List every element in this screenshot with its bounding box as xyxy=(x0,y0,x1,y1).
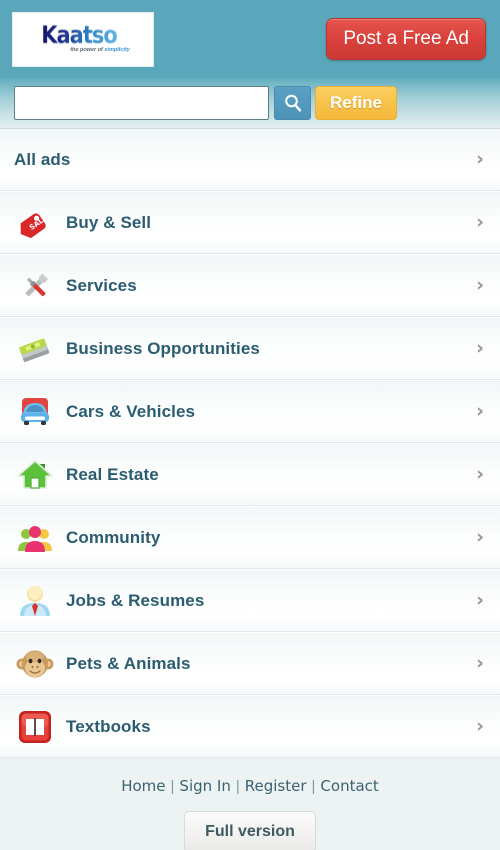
site-logo[interactable]: Kaatso the power of simplicity xyxy=(12,11,154,67)
search-bar: Refine xyxy=(0,78,500,128)
footer-separator: | xyxy=(311,778,316,795)
footer-separator: | xyxy=(170,778,175,795)
footer-link-contact[interactable]: Contact xyxy=(320,777,378,795)
footer-links: Home | Sign In | Register | Contact xyxy=(0,777,500,795)
category-label: Business Opportunities xyxy=(66,338,260,358)
chevron-right-icon: › xyxy=(476,337,484,359)
page-header: Kaatso the power of simplicity Post a Fr… xyxy=(0,0,500,78)
chevron-right-icon: › xyxy=(476,589,484,611)
footer-link-register[interactable]: Register xyxy=(245,777,307,795)
category-label: Textbooks xyxy=(66,716,151,736)
category-row-all-ads[interactable]: All ads › xyxy=(0,128,500,191)
open-book-icon xyxy=(14,706,56,748)
post-free-ad-button[interactable]: Post a Free Ad xyxy=(326,18,486,60)
chevron-right-icon: › xyxy=(476,148,484,170)
full-version-button[interactable]: Full version xyxy=(184,811,316,850)
money-stack-icon xyxy=(14,328,56,370)
wrench-screwdriver-icon xyxy=(14,265,56,307)
chevron-right-icon: › xyxy=(476,400,484,422)
category-label: Services xyxy=(66,275,137,295)
chevron-right-icon: › xyxy=(476,211,484,233)
magnifier-icon xyxy=(284,94,301,112)
chevron-right-icon: › xyxy=(476,463,484,485)
chevron-right-icon: › xyxy=(476,526,484,548)
person-tie-icon xyxy=(14,580,56,622)
refine-button[interactable]: Refine xyxy=(315,86,397,120)
mobile-classifieds-page: Kaatso the power of simplicity Post a Fr… xyxy=(0,0,500,850)
category-label: Buy & Sell xyxy=(66,212,152,232)
category-row-pets-animals[interactable]: Pets & Animals › xyxy=(0,632,500,695)
search-input[interactable] xyxy=(14,86,269,120)
house-icon xyxy=(14,454,56,496)
chevron-right-icon: › xyxy=(476,274,484,296)
chevron-right-icon: › xyxy=(476,715,484,737)
chevron-right-icon: › xyxy=(476,652,484,674)
category-label: Cars & Vehicles xyxy=(66,401,196,421)
category-row-textbooks[interactable]: Textbooks › xyxy=(0,695,500,758)
category-row-business-opportunities[interactable]: Business Opportunities › xyxy=(0,317,500,380)
logo-tagline-prefix: the power of xyxy=(70,47,105,53)
monkey-face-icon xyxy=(14,643,56,685)
category-row-buy-sell[interactable]: SALE Buy & Sell › xyxy=(0,191,500,254)
search-submit-button[interactable] xyxy=(274,86,311,120)
category-list: All ads › SALE Buy & Sell › Services › B… xyxy=(0,128,500,758)
page-footer: Home | Sign In | Register | Contact Full versi… xyxy=(0,758,500,850)
category-row-services[interactable]: Services › xyxy=(0,254,500,317)
category-row-real-estate[interactable]: Real Estate › xyxy=(0,443,500,506)
category-row-community[interactable]: Community › xyxy=(0,506,500,569)
category-label: Jobs & Resumes xyxy=(66,590,205,610)
sale-tag-icon: SALE xyxy=(14,202,56,244)
footer-link-home[interactable]: Home xyxy=(121,777,165,795)
category-label: Real Estate xyxy=(66,464,159,484)
logo-wordmark: Kaatso xyxy=(41,21,118,49)
footer-link-sign-in[interactable]: Sign In xyxy=(179,777,230,795)
category-row-cars-vehicles[interactable]: Cars & Vehicles › xyxy=(0,380,500,443)
footer-separator: | xyxy=(235,778,240,795)
logo-tagline: the power of simplicity xyxy=(70,47,130,53)
car-icon xyxy=(14,391,56,433)
category-label: Pets & Animals xyxy=(66,653,191,673)
category-label: All ads xyxy=(14,149,71,169)
logo-tagline-accent: simplicity xyxy=(104,47,130,53)
category-label: Community xyxy=(66,527,161,547)
category-row-jobs-resumes[interactable]: Jobs & Resumes › xyxy=(0,569,500,632)
people-group-icon xyxy=(14,517,56,559)
